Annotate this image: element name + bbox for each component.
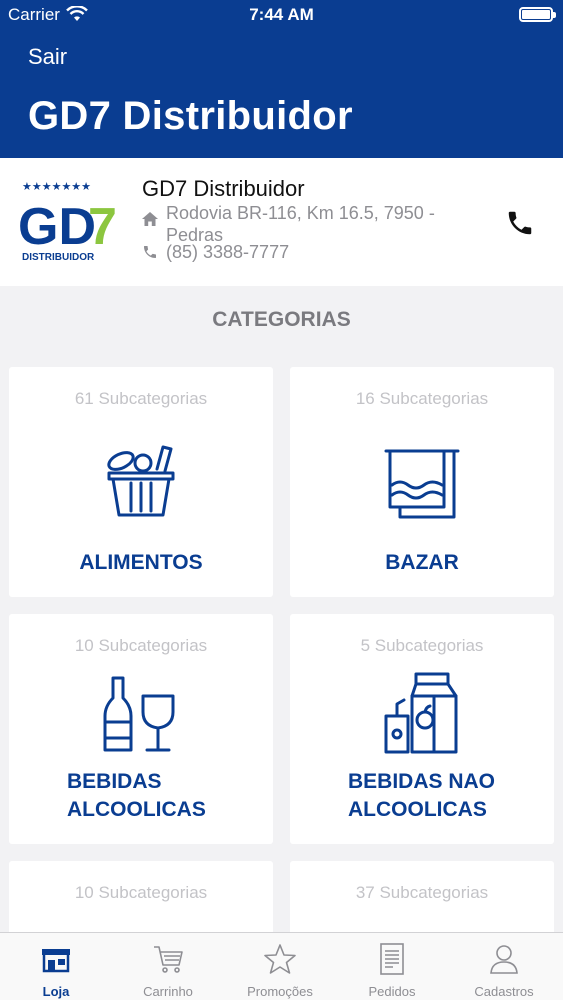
- category-card-bazar[interactable]: 16 Subcategorias BAZAR: [290, 367, 554, 597]
- clock: 7:44 AM: [249, 5, 314, 24]
- user-icon: [490, 945, 518, 974]
- tab-promocoes[interactable]: Promoções: [224, 933, 336, 1000]
- tab-cadastros[interactable]: Cadastros: [448, 933, 560, 1000]
- cart-icon: [154, 946, 183, 973]
- logo-subtext: DISTRIBUIDOR: [22, 252, 95, 263]
- tab-bar: Loja Carrinho Promoções Pedidos Cadastro…: [0, 932, 563, 1000]
- page-title: GD7 Distribuidor: [28, 94, 353, 138]
- tab-label: Loja: [42, 984, 70, 999]
- store-address: Rodovia BR-116, Km 16.5, 7950 - Pedras: [166, 203, 435, 245]
- subcategory-count: 16 Subcategorias: [355, 389, 489, 408]
- navigation-bar: Sair GD7 Distribuidor: [0, 30, 563, 158]
- category-title: ALIMENTOS: [79, 551, 203, 574]
- svg-text:7: 7: [88, 198, 117, 256]
- store-name: GD7 Distribuidor: [142, 176, 305, 201]
- towel-rack-icon: [384, 449, 460, 519]
- category-card-bebidas-alcoolicas[interactable]: 10 Subcategorias BEBIDAS ALCOOLICAS: [9, 614, 273, 844]
- tab-label: Pedidos: [368, 984, 416, 999]
- store-phone: (85) 3388-7777: [166, 242, 290, 262]
- tab-label: Cadastros: [474, 984, 534, 999]
- subcategory-count: 61 Subcategorias: [74, 389, 208, 408]
- battery-icon: [519, 7, 556, 22]
- star-icon: [264, 944, 296, 974]
- store-icon: [42, 949, 70, 973]
- category-card-6[interactable]: 37 Subcategorias: [290, 861, 554, 941]
- category-card-alimentos[interactable]: 61 Subcategorias ALIMENTOS: [9, 367, 273, 597]
- category-title-line1: BEBIDAS: [67, 770, 162, 793]
- tab-label: Carrinho: [143, 984, 193, 999]
- category-title: BEBIDAS ALCOOLICAS: [9, 768, 273, 824]
- gd7-logo-image: ★★★★★★★ GD 7 DISTRIBUIDOR: [18, 180, 117, 263]
- category-title-line2: ALCOOLICAS: [348, 798, 487, 821]
- tab-pedidos[interactable]: Pedidos: [336, 933, 448, 1000]
- wine-bottle-glass-icon: [103, 676, 175, 752]
- tab-label: Promoções: [247, 984, 313, 999]
- status-bar: Carrier 7:44 AM: [0, 0, 563, 30]
- svg-text:★★★★★★★: ★★★★★★★: [22, 180, 91, 193]
- tab-loja[interactable]: Loja: [0, 933, 112, 1000]
- category-card-bebidas-nao-alcoolicas[interactable]: 5 Subcategorias BEBIDAS NAO ALCOOLICAS: [290, 614, 554, 844]
- home-icon: [142, 212, 158, 226]
- subcategory-count: 5 Subcategorias: [360, 636, 484, 655]
- receipt-icon: [380, 943, 404, 975]
- subcategory-count: 10 Subcategorias: [74, 883, 208, 902]
- store-info: ★★★★★★★ GD 7 DISTRIBUIDOR GD7 Distribuid…: [0, 158, 563, 286]
- subcategory-count: 10 Subcategorias: [74, 636, 208, 655]
- juice-carton-icon: [384, 672, 458, 754]
- svg-text:GD: GD: [18, 198, 96, 256]
- subcategory-count: 37 Subcategorias: [355, 883, 489, 902]
- category-title: BAZAR: [385, 551, 459, 574]
- store-logo: ★★★★★★★ GD 7 DISTRIBUIDOR: [18, 180, 128, 264]
- categories-heading: CATEGORIAS: [212, 308, 351, 331]
- grocery-basket-icon: [107, 445, 175, 517]
- logout-button[interactable]: Sair: [28, 44, 67, 70]
- category-title: BEBIDAS NAO ALCOOLICAS: [290, 768, 554, 824]
- call-button[interactable]: [505, 208, 535, 238]
- phone-small-icon: [144, 246, 156, 258]
- category-card-5[interactable]: 10 Subcategorias: [9, 861, 273, 941]
- category-title-line2: ALCOOLICAS: [67, 798, 206, 821]
- tab-carrinho[interactable]: Carrinho: [112, 933, 224, 1000]
- category-title-line1: BEBIDAS NAO: [348, 770, 496, 793]
